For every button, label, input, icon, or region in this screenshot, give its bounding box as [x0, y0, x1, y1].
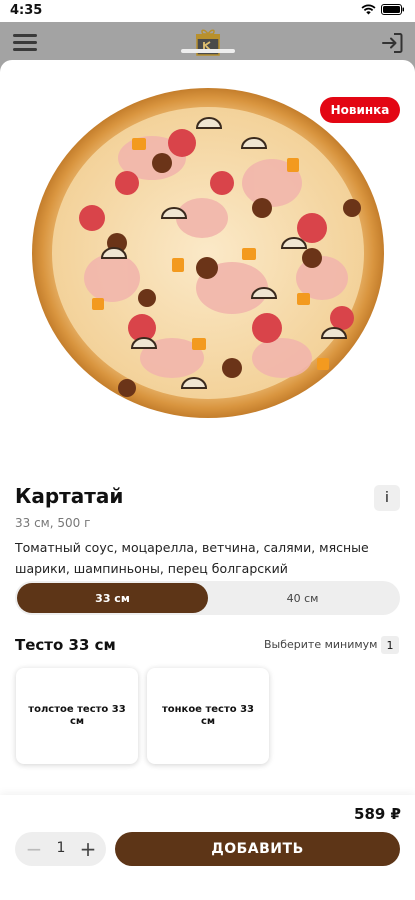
product-description: Томатный соус, моцарелла, ветчина, салям… [15, 540, 369, 576]
new-badge: Новинка [320, 97, 400, 123]
dough-option-thin[interactable]: тонкое тесто 33 см [147, 668, 269, 764]
info-button[interactable]: i [374, 485, 400, 511]
product-title: Картатай [15, 484, 124, 508]
app-header [0, 22, 415, 62]
bottom-bar: 589 ₽ − 1 + ДОБАВИТЬ [0, 795, 415, 900]
dough-option-thick[interactable]: толстое тесто 33 см [16, 668, 138, 764]
wifi-icon [361, 4, 376, 15]
increment-button[interactable]: + [77, 837, 99, 861]
decrement-button[interactable]: − [24, 838, 44, 860]
size-selector: 33 см 40 см [15, 581, 400, 615]
minimum-count-badge: 1 [381, 636, 399, 654]
dough-section-title: Тесто 33 см [15, 636, 116, 654]
status-bar: 4:35 [0, 0, 415, 22]
battery-icon [381, 4, 404, 15]
dough-option-label: толстое тесто 33 см [28, 704, 126, 727]
status-time: 4:35 [10, 3, 43, 18]
quantity-stepper: − 1 + [15, 832, 106, 866]
quantity-value: 1 [56, 840, 66, 856]
product-size-weight: 33 см, 500 г [15, 516, 91, 530]
sign-in-icon[interactable] [380, 31, 404, 55]
size-option-33[interactable]: 33 см [17, 583, 208, 613]
pizza-image [32, 88, 384, 418]
dough-option-label: тонкое тесто 33 см [161, 704, 255, 727]
sheet-drag-handle[interactable] [181, 49, 235, 53]
size-option-40[interactable]: 40 см [207, 583, 398, 613]
hamburger-menu-icon[interactable] [13, 34, 37, 52]
price-label: 589 ₽ [354, 805, 401, 823]
add-to-cart-button[interactable]: ДОБАВИТЬ [115, 832, 400, 866]
minimum-label: Выберите минимум [264, 638, 378, 651]
status-icons [361, 4, 405, 15]
